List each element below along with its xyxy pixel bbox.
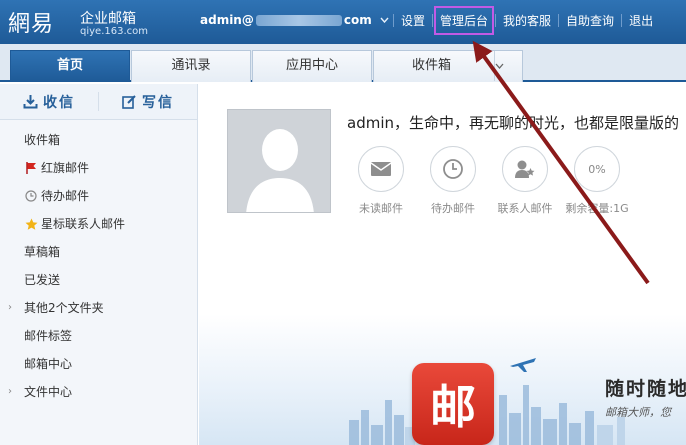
compose-row: 收信 写信 [0,84,197,120]
account-suffix: com [343,13,372,27]
folder-file-center[interactable]: › 文件中心 [0,378,197,406]
edit-icon [122,95,136,109]
envelope-icon [358,146,404,192]
stat-contacts[interactable]: 联系人邮件 [489,146,561,216]
folder-label: 收件箱 [24,133,61,147]
folder-label: 其他2个文件夹 [24,301,104,315]
folder-other[interactable]: › 其他2个文件夹 [0,294,197,322]
nav-divider [432,14,434,27]
folder-inbox[interactable]: 收件箱 [0,126,197,154]
chevron-down-icon[interactable] [494,51,522,81]
airplane-icon [510,358,536,372]
tab-bar: 首页 通讯录 应用中心 收件箱 [0,44,686,82]
nav-self-service[interactable]: 自助查询 [566,12,614,29]
account-redacted [255,14,342,26]
star-icon [24,218,38,231]
folder-label: 草稿箱 [24,245,61,259]
banner-title: 随时随地 [605,378,686,400]
top-header: 網易 企业邮箱 qiye.163.com admin@ com 设置 管理后台 … [0,0,686,44]
folder-mail-center[interactable]: 邮箱中心 [0,350,197,378]
logo-domain-text: qiye.163.com [80,26,148,37]
chevron-right-icon[interactable]: › [8,294,12,322]
folder-tags[interactable]: 邮件标签 [0,322,197,350]
nav-settings[interactable]: 设置 [401,12,425,29]
banner-subtitle: 邮箱大师，您 [605,406,671,419]
nav-divider [393,14,394,27]
download-icon [23,95,38,109]
folder-todo[interactable]: 待办邮件 [0,182,197,210]
main-panel: admin，生命中，再无聊的时光，也都是限量版的 未读邮件 待办邮件 联系人邮件… [199,84,686,445]
clock-icon [24,190,38,202]
tab-home[interactable]: 首页 [10,50,130,82]
tab-inbox[interactable]: 收件箱 [373,50,523,82]
nav-customer-service[interactable]: 我的客服 [503,12,551,29]
folder-flagged[interactable]: 红旗邮件 [0,154,197,182]
promo-banner[interactable]: 邮 随时随地 邮箱大师，您 [199,314,686,445]
receive-label: 收信 [43,94,75,111]
sidebar: 收信 写信 收件箱 红旗邮件 待办邮件 星标联系人邮件 草稿箱 已发送 › 其他… [0,84,198,445]
folder-sent[interactable]: 已发送 [0,266,197,294]
nav-admin-console[interactable]: 管理后台 [434,6,495,35]
contact-star-icon [502,146,548,192]
folder-label: 邮件标签 [24,329,73,343]
nav-divider [558,14,560,27]
mail-stats: 未读邮件 待办邮件 联系人邮件 0% 剩余容量:1G [345,146,633,216]
account-menu[interactable]: admin@ com [200,13,389,27]
folder-drafts[interactable]: 草稿箱 [0,238,197,266]
tab-inbox-label: 收件箱 [412,58,452,73]
nav-divider [621,14,623,27]
folder-label: 红旗邮件 [41,161,90,175]
stat-todo[interactable]: 待办邮件 [417,146,489,216]
netease-logo[interactable]: 網易 企业邮箱 qiye.163.com [8,6,158,40]
greeting-text: admin，生命中，再无聊的时光，也都是限量版的 [347,114,680,132]
tab-app-center[interactable]: 应用中心 [252,50,372,82]
folder-label: 星标联系人邮件 [41,217,126,231]
account-prefix: admin@ [200,13,254,27]
stat-label: 未读邮件 [359,202,403,215]
avatar[interactable] [227,109,331,213]
write-label: 写信 [141,94,174,111]
folder-label: 待办邮件 [41,189,90,203]
folder-list: 收件箱 红旗邮件 待办邮件 星标联系人邮件 草稿箱 已发送 › 其他2个文件夹 … [0,120,197,406]
logo-main-text: 網易 [8,12,55,37]
stat-label: 待办邮件 [431,202,475,215]
stat-label: 联系人邮件 [497,202,553,215]
folder-label: 邮箱中心 [24,357,73,371]
folder-label: 已发送 [24,273,61,287]
chevron-right-icon[interactable]: › [8,378,12,406]
tab-contacts[interactable]: 通讯录 [131,50,251,82]
capacity-gauge: 0% [574,146,620,192]
folder-starred-contacts[interactable]: 星标联系人邮件 [0,210,197,238]
red-flag-icon [24,162,38,174]
mail-master-app-icon[interactable]: 邮 [412,363,494,445]
receive-button[interactable]: 收信 [0,84,98,119]
stat-capacity[interactable]: 0% 剩余容量:1G [561,146,633,216]
folder-label: 文件中心 [24,385,73,399]
user-silhouette-icon [246,129,314,212]
top-nav: 设置 管理后台 我的客服 自助查询 退出 [386,6,653,35]
nav-divider [495,14,497,27]
nav-logout[interactable]: 退出 [629,12,653,29]
stat-unread[interactable]: 未读邮件 [345,146,417,216]
write-button[interactable]: 写信 [99,84,197,119]
clock-icon [430,146,476,192]
stat-label: 剩余容量:1G [565,202,629,215]
logo-sub-text: 企业邮箱 [80,11,136,27]
